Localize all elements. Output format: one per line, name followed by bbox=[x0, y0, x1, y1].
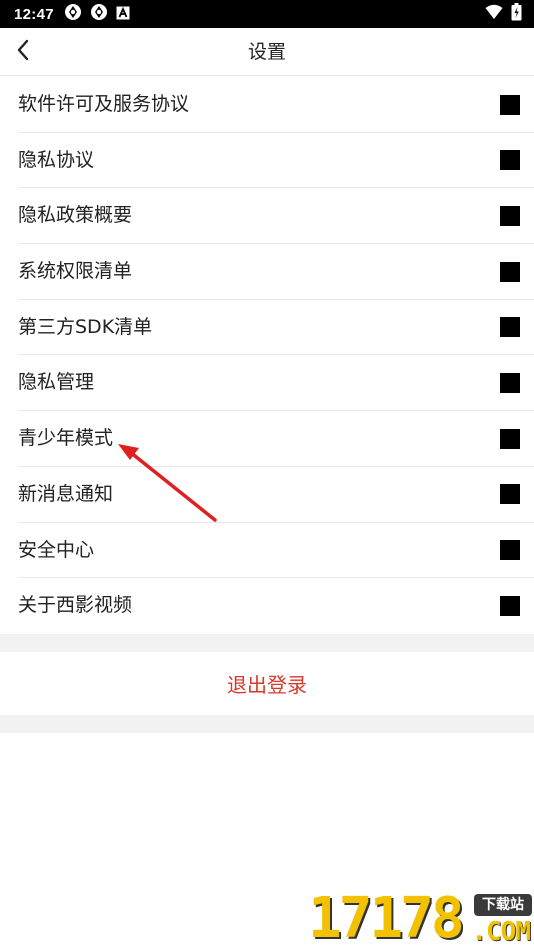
settings-item-label: 隐私管理 bbox=[18, 371, 95, 394]
settings-item-notifications[interactable]: 新消息通知 bbox=[18, 467, 534, 523]
section-divider bbox=[0, 715, 534, 733]
watermark-logo: 17178 下载站 .COM bbox=[308, 888, 534, 950]
settings-item-label: 隐私协议 bbox=[18, 148, 95, 171]
settings-item-license-agreement[interactable]: 软件许可及服务协议 bbox=[18, 77, 534, 133]
chevron-right-icon bbox=[500, 372, 520, 393]
status-time: 12:47 bbox=[14, 5, 54, 23]
settings-item-about[interactable]: 关于西影视频 bbox=[18, 578, 534, 634]
status-notification-icons bbox=[64, 3, 130, 25]
settings-item-label: 新消息通知 bbox=[18, 482, 114, 505]
settings-item-label: 关于西影视频 bbox=[18, 594, 133, 617]
section-divider bbox=[0, 634, 534, 652]
status-system-icons bbox=[485, 3, 522, 25]
settings-item-privacy-management[interactable]: 隐私管理 bbox=[18, 355, 534, 412]
chevron-right-icon bbox=[500, 595, 520, 616]
chevron-right-icon bbox=[500, 317, 520, 338]
settings-item-system-permissions[interactable]: 系统权限清单 bbox=[18, 244, 534, 300]
logout-button[interactable]: 退出登录 bbox=[0, 652, 534, 715]
page-title: 设置 bbox=[247, 41, 286, 63]
chevron-right-icon bbox=[500, 540, 520, 560]
chevron-right-icon bbox=[500, 261, 520, 282]
settings-list: 软件许可及服务协议 隐私协议 隐私政策概要 系统权限清单 第三方SDK清单 隐私… bbox=[0, 77, 534, 634]
watermark-digits: 17178 bbox=[308, 886, 465, 950]
logout-label: 退出登录 bbox=[227, 673, 307, 697]
settings-item-label: 软件许可及服务协议 bbox=[18, 93, 190, 115]
battery-charging-icon bbox=[511, 3, 522, 25]
settings-item-third-party-sdk[interactable]: 第三方SDK清单 bbox=[18, 300, 534, 356]
wifi-icon bbox=[485, 4, 503, 24]
chevron-right-icon bbox=[500, 428, 520, 449]
settings-item-label: 青少年模式 bbox=[18, 427, 114, 450]
settings-item-label: 隐私政策概要 bbox=[18, 204, 133, 227]
nav-bar: 设置 bbox=[0, 28, 534, 76]
chevron-right-icon bbox=[500, 205, 520, 226]
chevron-right-icon bbox=[500, 150, 520, 171]
app-a-icon bbox=[116, 5, 130, 24]
settings-item-privacy-agreement[interactable]: 隐私协议 bbox=[18, 133, 534, 189]
sync-icon bbox=[64, 3, 82, 25]
settings-item-privacy-policy-summary[interactable]: 隐私政策概要 bbox=[18, 188, 534, 245]
settings-item-label: 系统权限清单 bbox=[18, 260, 133, 283]
watermark-badge: 下载站 bbox=[474, 894, 532, 916]
settings-item-label: 第三方SDK清单 bbox=[18, 315, 153, 338]
sync-icon bbox=[90, 3, 108, 25]
watermark-suffix: .COM bbox=[471, 917, 531, 947]
settings-item-security-center[interactable]: 安全中心 bbox=[18, 523, 534, 579]
settings-item-youth-mode[interactable]: 青少年模式 bbox=[18, 411, 534, 467]
chevron-right-icon bbox=[500, 94, 520, 115]
chevron-right-icon bbox=[500, 484, 520, 505]
status-bar: 12:47 bbox=[0, 0, 534, 28]
settings-item-label: 安全中心 bbox=[18, 538, 95, 561]
